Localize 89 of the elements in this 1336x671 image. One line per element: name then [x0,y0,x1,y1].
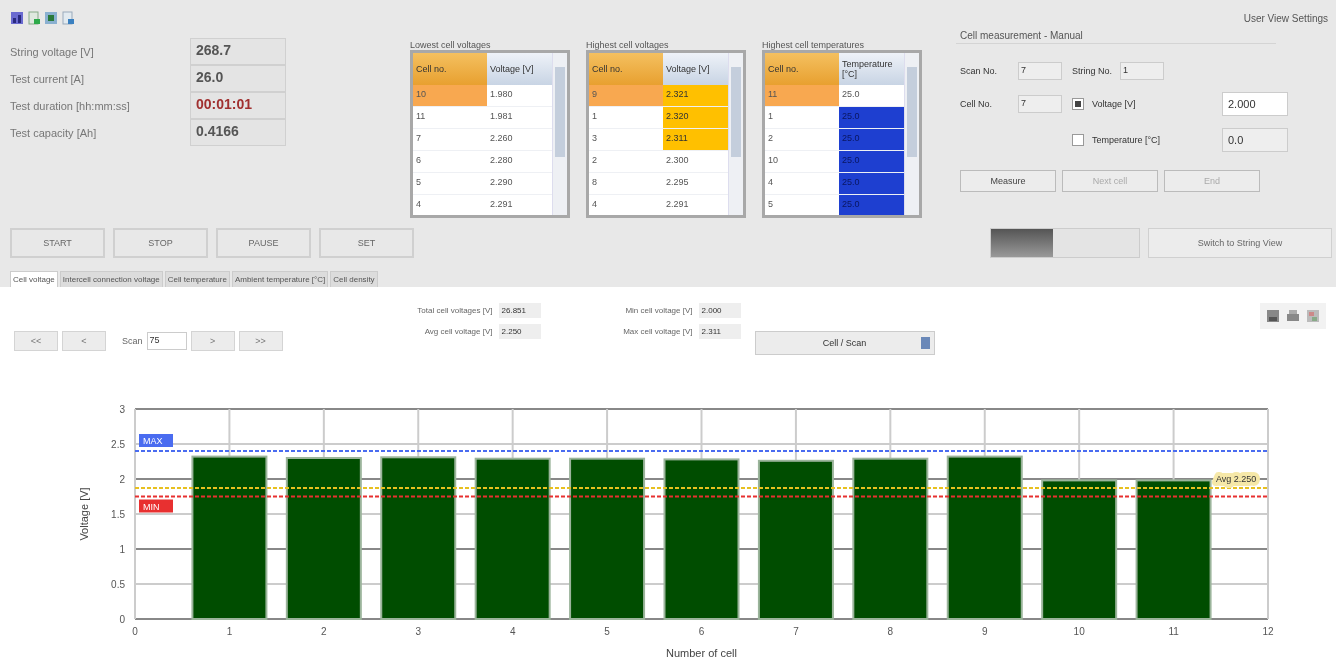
control-button[interactable]: STOP [113,228,208,258]
cell-number-field[interactable]: 7 [1018,95,1062,113]
next-button[interactable]: > [190,331,235,351]
ref-line-label: MAX [143,436,163,446]
field-label: Cell No. [960,99,993,109]
stat-value: 2.311 [698,324,741,339]
axis-title: Voltage [V] [78,487,90,541]
stat-value: 26.851 [498,303,541,318]
tick-label: 3 [415,626,422,637]
tab[interactable]: Ambient temperature [°C] [231,271,329,287]
table-row[interactable]: 2 25.0 [765,129,904,151]
column-header: Temperature [°C] [839,53,904,85]
tick-label: 0 [132,626,138,637]
column-header: Cell no. [589,53,663,85]
table-title: Highest cell voltages [586,40,670,50]
tick-label: 7 [793,626,799,637]
stat-value: 2.250 [498,324,541,339]
control-button[interactable]: PAUSE [216,228,311,258]
tab[interactable]: Intercell connection voltage [59,271,163,287]
reading-value: 0.4166 [190,119,286,146]
table-row[interactable]: 4 25.0 [765,173,904,195]
tick-label: 9 [981,626,988,637]
column-header: Voltage [V] [487,53,552,85]
tick-label: 5 [604,626,610,637]
table-row[interactable]: 10 25.0 [765,151,904,173]
scan-number-field[interactable]: 7 [1018,62,1062,80]
stat-label: Max cell voltage [V] [623,327,693,336]
tick-label: 0 [119,614,125,625]
tick-label: 3 [119,404,125,415]
tick-label: 11 [1168,626,1179,637]
stat-label: Avg cell voltage [V] [424,327,493,336]
group-title: Cell measurement - Manual [956,28,1276,44]
measure-button[interactable]: Measure [960,170,1056,192]
table-title: Lowest cell voltages [410,40,492,50]
reading-label: String voltage [V] [10,45,95,58]
scan-label: Scan [122,336,143,346]
tick-label: 0.5 [111,579,125,590]
table-row[interactable]: 1 2.320 [589,107,728,129]
tick-label: 1 [119,544,125,555]
value-field: 0.0 [1222,128,1288,152]
reading-label: Test current [A] [10,72,85,85]
field-label: String No. [1072,66,1113,76]
user-view-settings-link[interactable]: User View Settings [1243,12,1328,24]
value-field: 2.000 [1222,92,1288,116]
reading-value: 00:01:01 [190,92,286,119]
reading-label: Test capacity [Ah] [10,126,98,139]
switch-view-button[interactable]: Switch to String View [1148,228,1332,258]
tab[interactable]: Cell voltage [10,271,58,287]
string-number-field[interactable]: 1 [1120,62,1165,80]
tick-label: 2 [119,474,125,485]
axis-title: Number of cell [666,647,737,659]
table-row[interactable]: 1 25.0 [765,107,904,129]
tab[interactable]: Cell temperature [164,271,230,287]
tick-label: 8 [887,626,894,637]
field-label: Scan No. [960,66,999,76]
table-title: Highest cell temperatures [762,40,866,50]
table-row[interactable]: 3 2.311 [589,129,728,151]
tick-label: 1 [226,626,233,637]
stat-value: 2.000 [698,303,741,318]
tick-label: 6 [698,626,705,637]
checkbox-label: Voltage [V] [1092,99,1137,109]
tick-label: 10 [1073,626,1085,637]
reading-value: 268.7 [190,38,286,65]
stat-label: Total cell voltages [V] [417,306,493,315]
control-button[interactable]: START [10,228,105,258]
tick-label: 12 [1262,626,1274,637]
column-header: Cell no. [765,53,839,85]
tick-label: 2.5 [111,439,125,450]
scan-field[interactable]: 75 [146,332,187,350]
reading-value: 26.0 [190,65,286,92]
threshold-label: Avg 2.250 [1216,474,1257,485]
stat-label: Min cell voltage [V] [625,306,693,315]
threshold-label: MIN [139,499,173,513]
checkbox-label: Temperature [°C] [1092,135,1162,145]
ref-line-label: MIN [143,501,160,512]
table-row[interactable]: 5 25.0 [765,195,904,215]
column-header: Voltage [V] [663,53,728,85]
view-dropdown[interactable]: Cell / Scan [754,331,935,355]
control-button[interactable]: SET [319,228,414,258]
tick-label: 2 [321,626,327,637]
first-button[interactable]: << [14,331,58,351]
tab[interactable]: Cell density [330,271,378,287]
tick-label: 1.5 [111,509,125,520]
reading-label: Test duration [hh:mm:ss] [10,99,131,112]
column-header: Cell no. [413,53,487,85]
previous-button[interactable]: < [62,331,106,351]
tick-label: 4 [509,626,516,637]
last-button[interactable]: >> [238,331,283,351]
threshold-label: MAX [139,434,173,447]
